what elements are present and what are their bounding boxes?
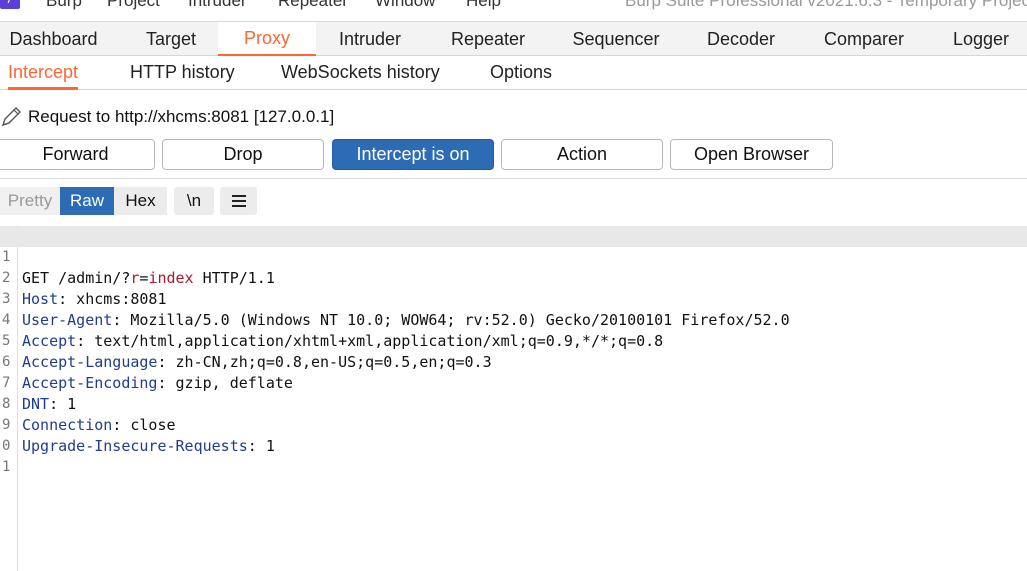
forward-button[interactable]: Forward: [0, 139, 155, 170]
request-target-bar: Request to http://xhcms:8081 [127.0.0.1]: [0, 103, 334, 131]
subtab-http-history[interactable]: HTTP history: [130, 56, 235, 89]
code-line: 2 Host: xhcms:8081: [0, 247, 1027, 308]
subtab-intercept[interactable]: Intercept: [8, 56, 79, 90]
window-title: Burp Suite Professional v2021.6.3 - Temp…: [625, 0, 1027, 10]
divider: [0, 178, 1027, 179]
menu-bar: ϟ Burp Project Intruder Repeater Window …: [0, 0, 1027, 21]
line-number: 1: [2, 459, 11, 475]
tab-repeater[interactable]: Repeater: [438, 22, 538, 56]
raw-view-button[interactable]: Raw: [60, 187, 114, 215]
code-line: 6 Accept-Encoding: gzip, deflate: [0, 331, 1027, 392]
code-line: 0: [0, 415, 1027, 454]
intercept-toggle-button[interactable]: Intercept is on: [332, 139, 494, 170]
code-line: 4 Accept: text/html,application/xhtml+xm…: [0, 289, 1027, 350]
tab-decoder[interactable]: Decoder: [695, 22, 787, 56]
tab-logger[interactable]: Logger: [940, 22, 1022, 56]
tab-target[interactable]: Target: [119, 22, 223, 56]
action-button[interactable]: Action: [501, 139, 663, 170]
open-browser-button[interactable]: Open Browser: [670, 139, 833, 170]
pencil-icon: [1, 107, 21, 127]
tab-intruder[interactable]: Intruder: [323, 22, 417, 56]
show-newlines-button[interactable]: \n: [174, 187, 214, 215]
request-editor[interactable]: 1 GET /admin/?r=index HTTP/1.1 2 Host: x…: [0, 225, 1027, 571]
pretty-view-button[interactable]: Pretty: [0, 187, 60, 215]
code-line: 9 Upgrade-Insecure-Requests: 1: [0, 394, 1027, 455]
hex-view-button[interactable]: Hex: [114, 187, 167, 215]
subtab-options[interactable]: Options: [490, 56, 552, 89]
menu-repeater[interactable]: Repeater: [278, 0, 348, 11]
menu-burp[interactable]: Burp: [46, 0, 82, 11]
tab-comparer[interactable]: Comparer: [812, 22, 916, 56]
burp-logo-icon: ϟ: [0, 0, 20, 9]
subtab-websockets-history[interactable]: WebSockets history: [281, 56, 440, 89]
tab-dashboard[interactable]: Dashboard: [0, 22, 107, 56]
main-tab-bar: Dashboard Target Proxy Intruder Repeater…: [0, 21, 1027, 57]
request-target-text: Request to http://xhcms:8081 [127.0.0.1]: [28, 107, 335, 126]
menu-project[interactable]: Project: [107, 0, 160, 11]
tab-proxy[interactable]: Proxy: [218, 22, 316, 57]
code-line: 3 User-Agent: Mozilla/5.0 (Windows NT 10…: [0, 268, 1027, 329]
proxy-sub-tab-bar: Intercept HTTP history WebSockets histor…: [0, 56, 1027, 90]
code-line: 8 Connection: close: [0, 373, 1027, 434]
drop-button[interactable]: Drop: [162, 139, 324, 170]
code-line: 1: [0, 436, 1027, 475]
menu-help[interactable]: Help: [466, 0, 501, 11]
code-line: 1 GET /admin/?r=index HTTP/1.1: [0, 226, 1027, 287]
tab-sequencer[interactable]: Sequencer: [560, 22, 672, 56]
menu-window[interactable]: Window: [375, 0, 435, 11]
code-line: 7 DNT: 1: [0, 352, 1027, 413]
code-line: 5 Accept-Language: zh-CN,zh;q=0.8,en-US;…: [0, 310, 1027, 371]
hamburger-menu-icon[interactable]: [220, 187, 257, 215]
menu-intruder[interactable]: Intruder: [188, 0, 247, 11]
